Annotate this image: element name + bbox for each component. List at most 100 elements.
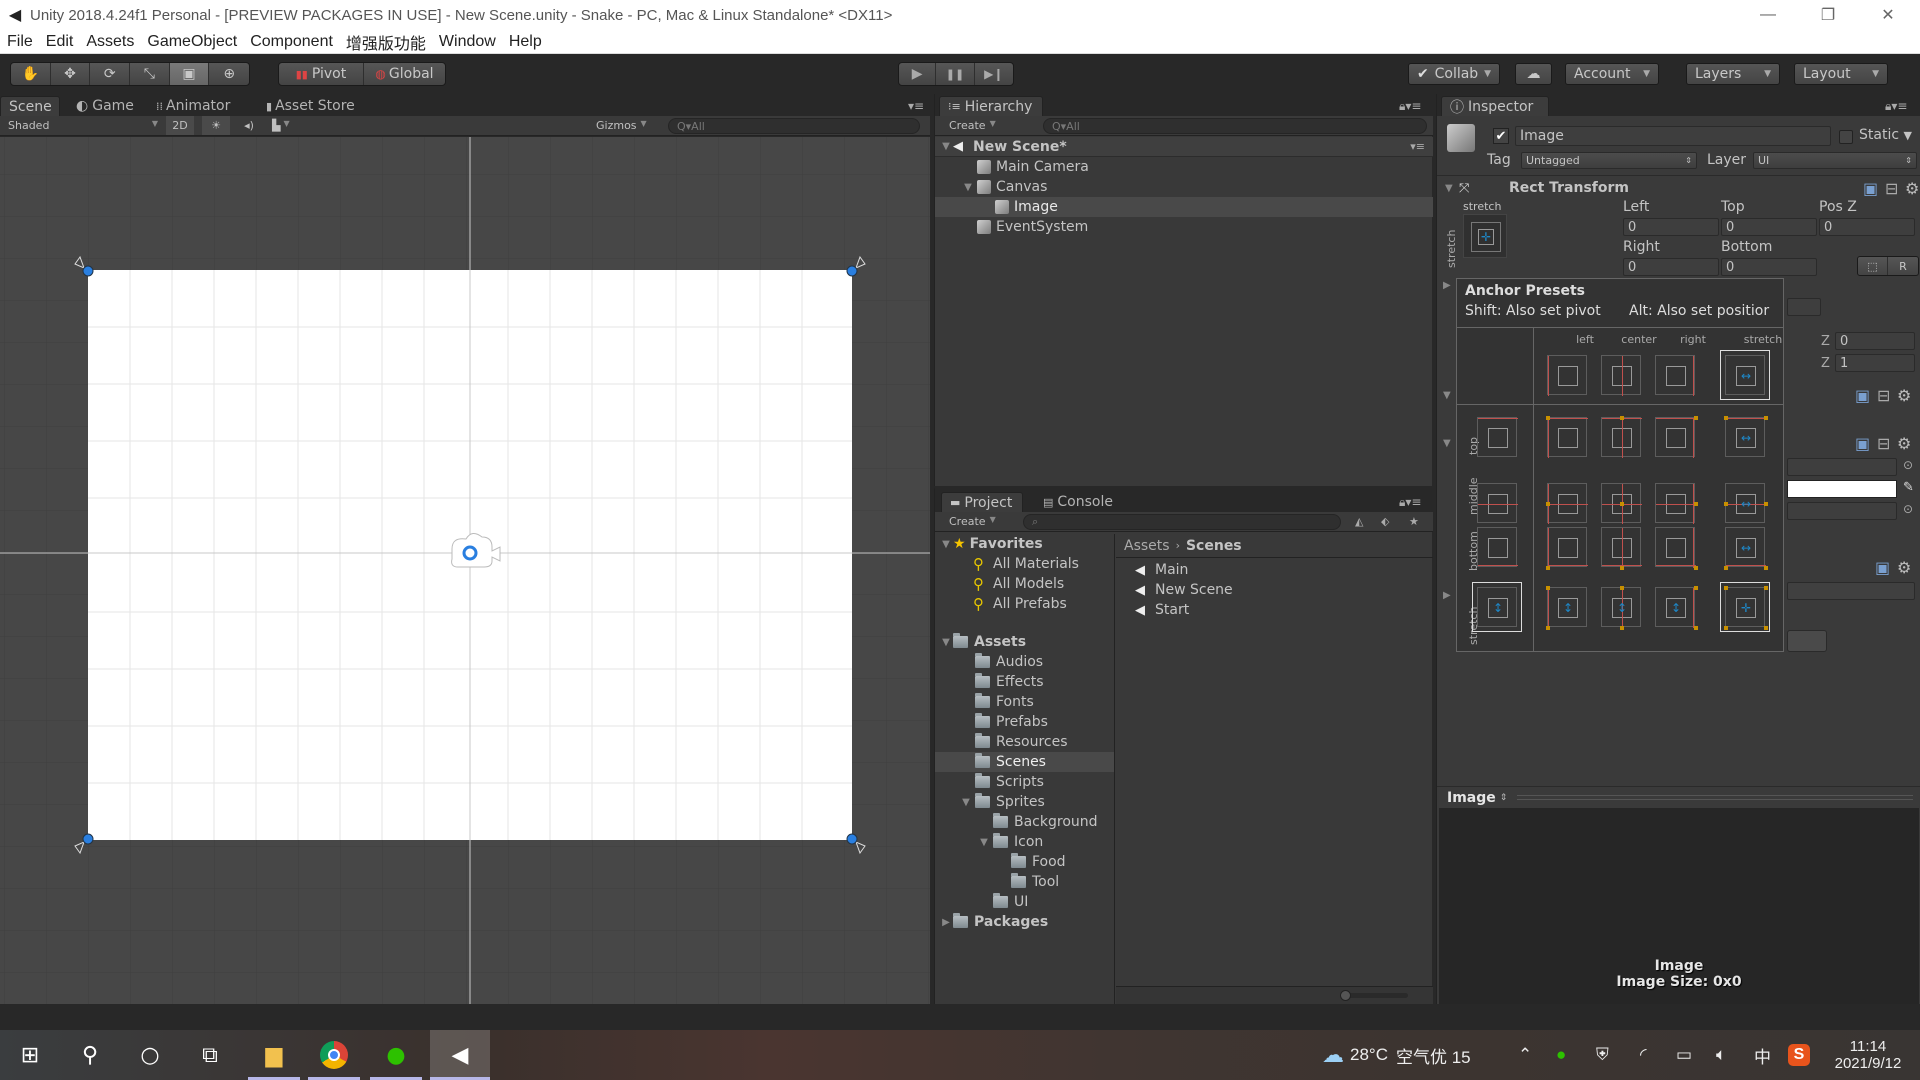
project-lock-menu[interactable]: 🔒︎▾≡ (1391, 492, 1429, 512)
folder-item[interactable]: Background (935, 812, 1114, 832)
object-picker-icon[interactable]: ⊙ (1903, 502, 1913, 516)
help-book-icon[interactable]: ▣ (1855, 434, 1870, 453)
tray-security[interactable]: ⛨ (1596, 1030, 1609, 1080)
anchor-preset-v-stretch[interactable]: ↕ (1472, 582, 1522, 632)
blueprint-mode-button[interactable]: ⬚ (1858, 257, 1889, 275)
add-component-button[interactable] (1787, 630, 1827, 652)
expand-arrow-icon[interactable]: ▶ (939, 917, 953, 928)
breadcrumb-assets[interactable]: Assets (1124, 538, 1170, 554)
tab-project[interactable]: ▬ Project (941, 492, 1023, 512)
hand-tool-button[interactable]: ✋ (11, 63, 51, 85)
tab-animator[interactable]: ⁞⁞ Animator (148, 96, 238, 116)
gear-icon[interactable]: ⚙ (1905, 179, 1919, 198)
rotate-tool-button[interactable]: ⟳ (90, 63, 131, 85)
icon-size-slider[interactable] (1344, 993, 1408, 998)
anchor-preset-top-left[interactable] (1546, 416, 1588, 458)
minimize-button[interactable]: — (1740, 0, 1796, 30)
menu-help[interactable]: Help (502, 33, 548, 51)
scale-tool-button[interactable]: ⤡ (130, 63, 170, 85)
folder-item[interactable]: Resources (935, 732, 1114, 752)
tab-scene[interactable]: Scene (0, 96, 60, 116)
anchor-preset-stretch-center[interactable]: ↕ (1601, 586, 1641, 630)
anchor-preset-h-right[interactable] (1655, 355, 1695, 396)
gear-icon[interactable]: ⚙ (1897, 434, 1911, 453)
help-book-icon[interactable]: ▣ (1855, 386, 1870, 405)
left-input[interactable]: 0 (1623, 218, 1719, 236)
preview-title[interactable]: Image (1447, 790, 1496, 806)
object-picker-icon[interactable]: ⊙ (1903, 458, 1913, 472)
gameobject-icon[interactable] (1447, 124, 1475, 152)
hierarchy-lock-menu[interactable]: 🔒︎▾≡ (1391, 96, 1429, 116)
anchor-preset-h-left[interactable] (1547, 355, 1587, 396)
expand-arrow-icon[interactable]: ▼ (939, 637, 953, 648)
step-button[interactable]: ▶❙ (975, 63, 1013, 85)
scene-search-input[interactable]: Q▾All (668, 118, 920, 134)
color-field[interactable] (1787, 480, 1897, 498)
project-search-input[interactable]: ⌕ (1023, 514, 1341, 530)
search-button[interactable]: ⚲ (60, 1030, 120, 1080)
hierarchy-item[interactable]: Main Camera (935, 157, 1433, 177)
inspector-lock-menu[interactable]: 🔒︎▾≡ (1877, 96, 1915, 116)
global-toggle[interactable]: ◍ Global (364, 63, 445, 85)
scene-file[interactable]: ◀ Start (1135, 600, 1233, 620)
object-name-input[interactable]: Image (1515, 126, 1831, 146)
folder-item[interactable]: Scripts (935, 772, 1114, 792)
folder-item[interactable]: Fonts (935, 692, 1114, 712)
filter-by-type-icon[interactable]: ◭ (1355, 515, 1363, 528)
audio-toggle[interactable]: ◂) (238, 119, 260, 132)
right-input[interactable]: 0 (1623, 258, 1719, 276)
filter-by-label-icon[interactable]: ⬖ (1381, 515, 1389, 528)
anchor-preset-v-top[interactable] (1477, 417, 1518, 457)
taskbar-chrome[interactable] (304, 1030, 364, 1080)
anchor-preset-bottom-right[interactable] (1655, 527, 1698, 570)
2d-toggle[interactable]: 2D (166, 116, 194, 135)
breadcrumb-scenes[interactable]: Scenes (1186, 538, 1242, 554)
lighting-toggle[interactable]: ☀ (202, 116, 230, 135)
tray-volume[interactable]: 🔈︎ (1716, 1030, 1726, 1080)
help-book-icon[interactable]: ▣ (1875, 558, 1890, 577)
rect-tool-button[interactable]: ▣ (169, 63, 210, 85)
hierarchy-search-input[interactable]: Q▾All (1043, 118, 1427, 134)
layer-dropdown[interactable]: UI ⇕ (1753, 152, 1917, 169)
show-hidden-icons[interactable]: ⌃ (1518, 1030, 1532, 1080)
material-dropdown[interactable] (1787, 582, 1915, 600)
play-button[interactable]: ▶ (899, 63, 937, 85)
pivot-toggle[interactable]: ▮▮ Pivot (279, 63, 364, 85)
tray-battery[interactable]: ▭ (1676, 1030, 1692, 1080)
scene-file[interactable]: ◀ Main (1135, 560, 1233, 580)
hidden-field[interactable] (1787, 298, 1821, 316)
maximize-button[interactable]: ❐ (1800, 0, 1856, 30)
hierarchy-item[interactable]: EventSystem (935, 217, 1433, 237)
rect-transform-header[interactable]: ▼ ⤧ Rect Transform ▣ ⊟ ⚙ (1445, 178, 1920, 198)
anchor-preset-h-stretch[interactable]: ↔ (1720, 350, 1770, 400)
folder-item[interactable]: Tool (935, 872, 1114, 892)
expand-arrow-icon[interactable]: ▼ (939, 141, 953, 152)
favorite-item[interactable]: ⚲ All Models (935, 574, 1114, 594)
collapse-arrow-icon[interactable]: ▼ (1443, 438, 1451, 449)
hierarchy-item[interactable]: ▼ Canvas (935, 177, 1433, 197)
anchor-preset-v-bottom[interactable] (1477, 527, 1518, 567)
menu-edit[interactable]: Edit (39, 33, 80, 51)
menu-gameobject[interactable]: GameObject (140, 33, 243, 51)
collapse-arrow-icon[interactable]: ▼ (1445, 183, 1459, 194)
project-create-dropdown[interactable]: Create ▼ (949, 515, 996, 528)
folder-item[interactable]: ▼ Icon (935, 832, 1114, 852)
tab-hierarchy[interactable]: ⁝≡ Hierarchy (939, 96, 1043, 116)
raw-edit-button[interactable]: R (1888, 257, 1918, 275)
task-view-button[interactable]: ⧉ (180, 1030, 240, 1080)
folder-item[interactable]: Food (935, 852, 1114, 872)
slider-handle[interactable] (1340, 990, 1351, 1001)
close-button[interactable]: ✕ (1860, 0, 1916, 30)
favorite-item[interactable]: ⚲ All Materials (935, 554, 1114, 574)
static-checkbox[interactable] (1839, 130, 1853, 144)
anchor-preset-middle-left[interactable] (1546, 483, 1588, 524)
collapse-arrow-icon[interactable]: ▼ (1443, 390, 1451, 401)
anchor-preset-top-center[interactable] (1601, 416, 1642, 458)
tag-dropdown[interactable]: Untagged ⇕ (1521, 152, 1697, 169)
menu-assets[interactable]: Assets (79, 33, 140, 51)
account-dropdown[interactable]: Account ▼ (1565, 63, 1659, 85)
expand-arrow-icon[interactable]: ▼ (959, 182, 977, 193)
taskbar-unity[interactable]: ◀ (430, 1030, 490, 1080)
anchor-preset-stretch-right[interactable]: ↕ (1655, 586, 1698, 630)
tray-ime[interactable]: 中 (1754, 1030, 1771, 1080)
